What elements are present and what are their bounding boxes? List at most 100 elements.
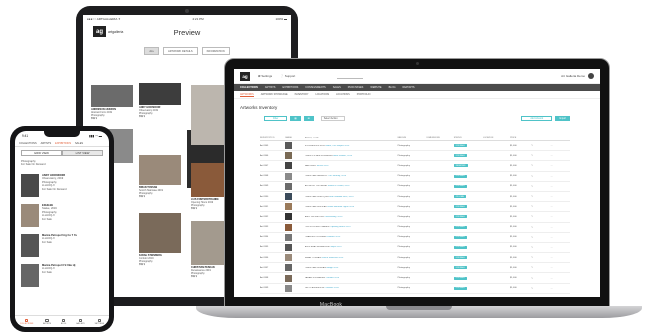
subtab-3[interactable]: LOCATIONS xyxy=(315,93,329,96)
artwork-thumbnail[interactable] xyxy=(285,213,293,221)
artwork-thumbnail[interactable] xyxy=(285,254,293,262)
app-logo[interactable]: ag xyxy=(240,71,250,81)
add-artwork-button[interactable]: Add Artwork xyxy=(521,115,553,121)
artwork-image[interactable] xyxy=(91,85,133,107)
artwork-title-link[interactable]: Corridor 2019 xyxy=(326,277,339,279)
list-item[interactable]: EXHILEE Statue, 2019 Photography H-H-D/Q-X F… xyxy=(15,201,109,231)
settings-link[interactable]: ✿ Settings xyxy=(258,74,272,78)
artwork-thumbnail[interactable] xyxy=(285,243,293,251)
more-icon[interactable]: ⋯ xyxy=(551,205,570,208)
table-row[interactable]: Art 0347 BARTH ALL Inrush 2019 Photography… xyxy=(260,161,570,172)
artwork-title-link[interactable]: Scotch Staircase 2019 xyxy=(321,257,343,259)
bottom-nav-artists[interactable]: ARTISTS xyxy=(43,318,51,325)
artwork-card[interactable]: BRIAN TOSSAN Scotch Staircase 2019 Photogr… xyxy=(139,155,181,198)
artwork-card[interactable]: FARAH STEINBERG Corridor 2019 Photography $… xyxy=(139,213,181,266)
edit-icon[interactable]: ✎ xyxy=(531,195,550,198)
artwork-thumbnail[interactable] xyxy=(285,182,293,190)
list-view-toggle[interactable]: LIST VIEW xyxy=(62,150,103,156)
table-row[interactable]: Art 0355 ALEX BRACKENBRIDGE Steps 2019 Pho… xyxy=(260,243,570,254)
artwork-title-link[interactable]: Statue of Crown, 2019 xyxy=(328,185,350,187)
table-row[interactable]: Art 0359 KELLY ANDERSON Columns 2019 Photo… xyxy=(260,284,570,294)
artwork-thumbnail[interactable] xyxy=(285,223,293,231)
more-icon[interactable]: ⋯ xyxy=(551,256,570,259)
artwork-image[interactable] xyxy=(21,174,39,197)
list-item[interactable]: Marina Petropol Urg Co 7 Yu H-H-D/Q-X For … xyxy=(15,231,109,261)
artwork-thumbnail[interactable] xyxy=(285,162,293,170)
table-row[interactable]: Art 0351 CHRISTIAN DINOPAIL Rome Beneath … xyxy=(260,202,570,213)
edit-icon[interactable]: ✎ xyxy=(531,205,550,208)
list-view-button[interactable]: ☰ xyxy=(303,115,314,121)
bottom-nav-collections[interactable]: COLLECTIONS xyxy=(20,318,33,325)
more-icon[interactable]: ⋯ xyxy=(551,195,570,198)
more-icon[interactable]: ⋯ xyxy=(551,226,570,229)
edit-icon[interactable]: ✎ xyxy=(531,144,550,147)
ipad-tab-1[interactable]: ARTWORK DETAILS xyxy=(163,47,198,55)
iphone-tab-artists[interactable]: ARTISTS xyxy=(41,142,52,145)
table-row[interactable]: Art 0349 ANTHONY OSTIRENE Statue of Crown… xyxy=(260,182,570,192)
nav-item-collections[interactable]: COLLECTIONS xyxy=(240,86,258,89)
artwork-image[interactable] xyxy=(21,264,39,287)
artwork-thumbnail[interactable] xyxy=(285,193,293,201)
artwork-card[interactable]: ANDY HICKMOOIR Observatory 2019 Photograph… xyxy=(139,83,181,118)
artwork-title-link[interactable]: Inrush 2019 xyxy=(317,165,329,167)
artwork-thumbnail[interactable] xyxy=(285,274,293,282)
edit-icon[interactable]: ✎ xyxy=(531,236,550,239)
import-button[interactable]: Import xyxy=(555,115,570,121)
edit-icon[interactable]: ✎ xyxy=(531,287,550,290)
artwork-image[interactable] xyxy=(21,204,39,227)
filter-button[interactable]: Filter xyxy=(264,115,288,121)
artwork-title-link[interactable]: Steps 2019 xyxy=(330,246,341,248)
avatar[interactable] xyxy=(588,73,594,79)
column-header[interactable]: LOCATION xyxy=(483,137,510,139)
artwork-thumbnail[interactable] xyxy=(285,284,293,292)
artwork-thumbnail[interactable] xyxy=(285,233,293,241)
artwork-title-link[interactable]: Mont Kailash, 2019 xyxy=(333,155,352,157)
artwork-thumbnail[interactable] xyxy=(285,172,293,180)
user-menu[interactable]: Art Galleria Demo xyxy=(561,73,594,79)
more-icon[interactable]: ⋯ xyxy=(551,266,570,269)
more-icon[interactable]: ⋯ xyxy=(551,185,570,188)
table-row[interactable]: Art 0356 BRIAN TOSSAN Scotch Staircase 20… xyxy=(260,253,570,264)
more-icon[interactable]: ⋯ xyxy=(551,144,570,147)
edit-icon[interactable]: ✎ xyxy=(531,154,550,157)
edit-icon[interactable]: ✎ xyxy=(531,226,550,229)
artwork-image[interactable] xyxy=(139,83,181,105)
iphone-tab-sales[interactable]: SALES xyxy=(75,142,83,145)
column-header[interactable]: ARTIST, TITLE xyxy=(305,137,398,139)
more-icon[interactable]: ⋯ xyxy=(551,175,570,178)
iphone-tab-collections[interactable]: COLLECTIONS xyxy=(19,142,37,145)
support-link[interactable]: ❔ Support xyxy=(280,74,295,78)
nav-item-artists[interactable]: ARTISTS xyxy=(265,86,276,89)
subtab-5[interactable]: PORTFOLIO xyxy=(357,93,371,96)
more-icon[interactable]: ⋯ xyxy=(551,246,570,249)
edit-icon[interactable]: ✎ xyxy=(531,164,550,167)
artwork-title-link[interactable]: Columns 2019 xyxy=(325,287,339,289)
more-icon[interactable]: ⋯ xyxy=(551,154,570,157)
nav-item-consignments[interactable]: CONSIGNMENTS xyxy=(305,86,325,89)
iphone-tab-exhibitions[interactable]: EXHIBITIONS xyxy=(55,142,71,145)
artwork-title-link[interactable]: Opening Hours 2019 xyxy=(330,226,350,228)
column-header[interactable]: INVENTORY ID xyxy=(260,137,285,139)
artwork-image[interactable] xyxy=(139,155,181,185)
column-header[interactable]: STATUS xyxy=(454,137,483,139)
table-row[interactable]: Art 0350 CHRISTIAN PEROQUIN Blue Shadow N… xyxy=(260,192,570,203)
nav-item-purchases[interactable]: PURCHASES xyxy=(348,86,364,89)
column-header[interactable]: IMAGE xyxy=(285,137,304,139)
nav-item-exhibitions[interactable]: EXHIBITIONS xyxy=(282,86,298,89)
bottom-nav-settings[interactable]: SETTINGS xyxy=(95,318,104,325)
artwork-title-link[interactable]: Blue Shadow No.4, 2019 xyxy=(329,196,353,198)
artwork-thumbnail[interactable] xyxy=(285,142,293,150)
artwork-title-link[interactable]: Columns 2019 xyxy=(326,236,340,238)
more-icon[interactable]: ⋯ xyxy=(551,236,570,239)
table-row[interactable]: Art 0346 CHRISTOPHER FLEMMING Mont Kailas… xyxy=(260,151,570,162)
artwork-title-link[interactable]: Observatory, 2019 xyxy=(324,216,342,218)
nav-item-sales[interactable]: SALES xyxy=(333,86,341,89)
more-icon[interactable]: ⋯ xyxy=(551,287,570,290)
subtab-2[interactable]: INVENTORY xyxy=(295,93,309,96)
search-input[interactable] xyxy=(337,74,364,79)
table-row[interactable]: Art 0358 FARAH STEINBERG Corridor 2019 Pho… xyxy=(260,273,570,284)
artwork-thumbnail[interactable] xyxy=(285,152,293,160)
ipad-tab-2[interactable]: INFORMATION xyxy=(201,47,230,55)
artwork-title-link[interactable]: The Journey, 2019 xyxy=(328,175,346,177)
list-item[interactable]: ANDY HICKMOOIR Observatory, 2019 Photograp… xyxy=(15,171,109,201)
